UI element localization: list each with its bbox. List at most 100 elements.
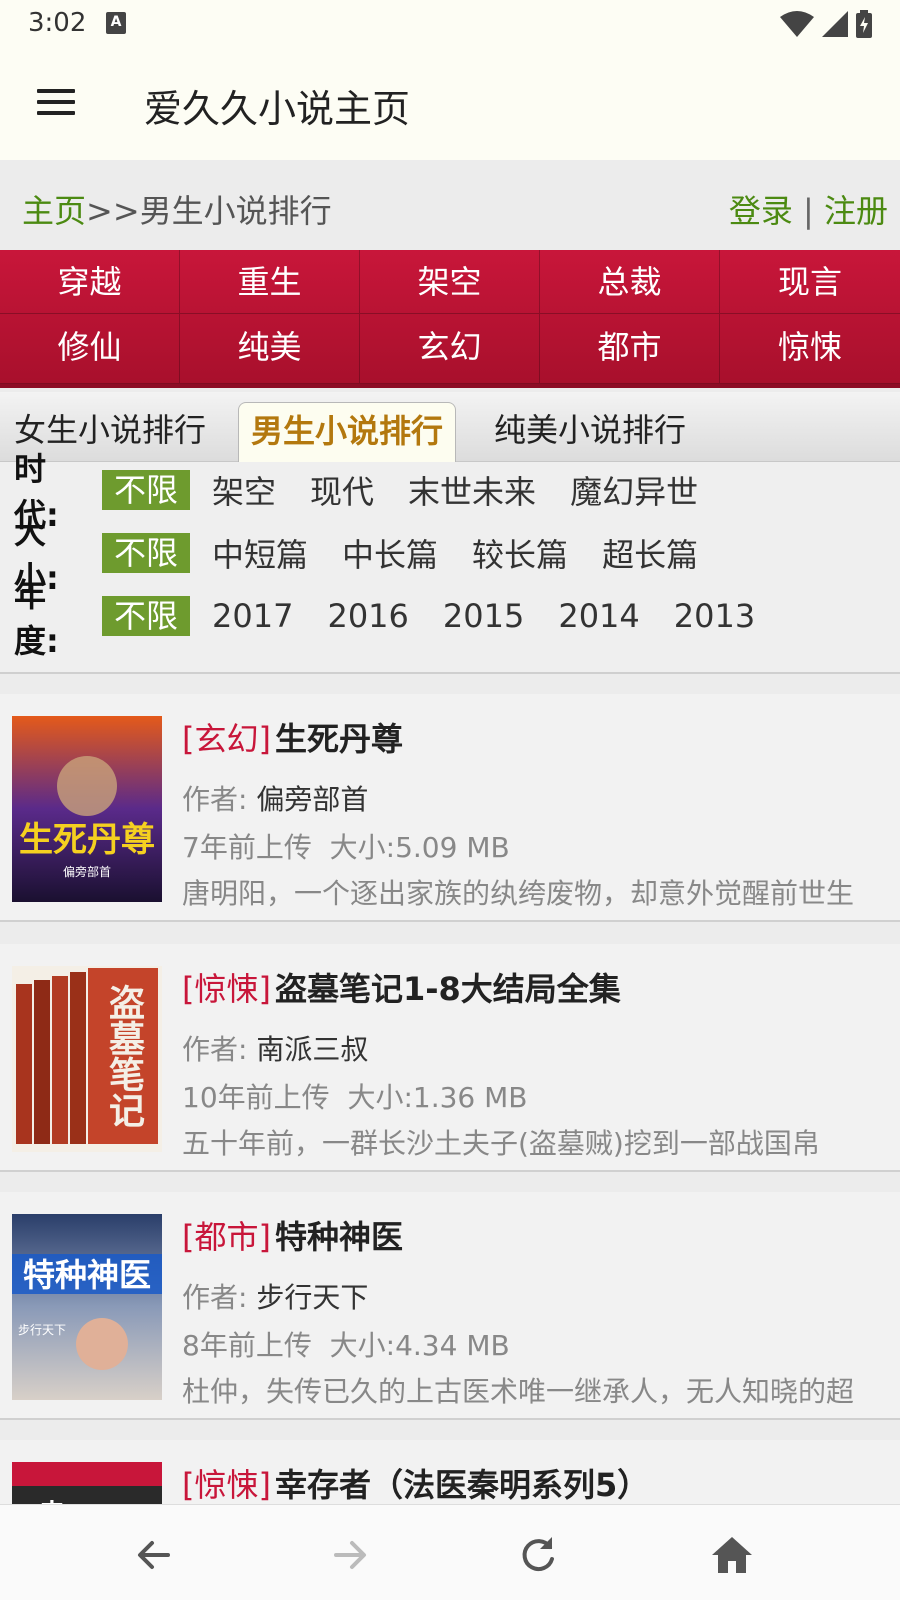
back-icon[interactable] <box>130 1531 178 1579</box>
author-name: 偏旁部首 <box>256 783 369 816</box>
filter-option[interactable]: 2013 <box>674 597 755 635</box>
filter-option[interactable]: 末世未来 <box>408 467 536 513</box>
author-label: 作者: <box>182 783 248 816</box>
upload-time: 7年前上传 <box>182 831 312 864</box>
ranking-tabs: 女生小说排行 男生小说排行 纯美小说排行 <box>0 392 900 462</box>
category-link[interactable]: 纯美 <box>180 314 360 384</box>
filter-option[interactable]: 不限 <box>102 596 191 636</box>
breadcrumb-home-link[interactable]: 主页 <box>22 192 86 230</box>
signal-icon <box>822 11 848 37</box>
wifi-icon <box>780 11 814 37</box>
filter-label: 年度: <box>14 576 59 660</box>
category-grid: 穿越 重生 架空 总裁 现言 修仙 纯美 玄幻 都市 惊悚 <box>0 250 900 388</box>
auth-divider: | <box>803 192 814 230</box>
status-bar: 3:02 A <box>0 0 900 48</box>
battery-icon <box>856 10 872 38</box>
author-name: 南派三叔 <box>256 1033 369 1066</box>
bottom-nav <box>0 1504 900 1600</box>
filter-panel: 时代: 不限 架空 现代 末世未来 魔幻异世 大小: 不限 中短篇 中长篇 较长… <box>0 450 900 674</box>
category-link[interactable]: 总裁 <box>540 250 720 314</box>
file-size: 大小:1.36 MB <box>347 1081 528 1114</box>
breadcrumb-separator: >> <box>86 192 140 230</box>
breadcrumb-bar: 主页>>男生小说排行 登录 | 注册 <box>0 160 900 250</box>
book-genre: [惊悚] <box>182 970 271 1008</box>
filter-row-size: 大小: 不限 中短篇 中长篇 较长篇 超长篇 <box>14 513 732 597</box>
file-size: 大小:5.09 MB <box>329 831 510 864</box>
cover-title: 特种神医 <box>23 1256 151 1294</box>
book-cover-image[interactable]: 生死丹尊 偏旁部首 <box>12 716 162 902</box>
filter-option[interactable]: 2015 <box>443 597 524 635</box>
book-name[interactable]: 特种神医 <box>275 1218 403 1256</box>
tab-male-ranking[interactable]: 男生小说排行 <box>238 402 457 462</box>
book-meta: 8年前上传 大小:4.34 MB <box>182 1324 510 1364</box>
cover-author: 偏旁部首 <box>63 864 111 879</box>
filter-option[interactable]: 2014 <box>558 597 639 635</box>
accessibility-icon: A <box>106 12 126 34</box>
author-label: 作者: <box>182 1033 248 1066</box>
author-label: 作者: <box>182 1281 248 1314</box>
home-icon[interactable] <box>708 1531 756 1579</box>
filter-option[interactable]: 中短篇 <box>212 530 308 576</box>
register-link[interactable]: 注册 <box>824 192 888 230</box>
category-link[interactable]: 惊悚 <box>720 314 900 384</box>
menu-icon[interactable] <box>28 78 84 126</box>
book-meta: 10年前上传 大小:1.36 MB <box>182 1076 528 1116</box>
category-link[interactable]: 现言 <box>720 250 900 314</box>
breadcrumb-current: 男生小说排行 <box>139 192 332 230</box>
category-link[interactable]: 都市 <box>540 314 720 384</box>
filter-option[interactable]: 超长篇 <box>602 530 698 576</box>
book-title[interactable]: [惊悚] 盗墓笔记1-8大结局全集 <box>182 964 621 1010</box>
book-description: 杜仲，失传已久的上古医术唯一继承人，无人知晓的超 <box>182 1375 855 1408</box>
filter-option[interactable]: 2016 <box>327 597 408 635</box>
category-link[interactable]: 重生 <box>180 250 360 314</box>
filter-option[interactable]: 中长篇 <box>342 530 438 576</box>
cover-author: 步行天下 <box>18 1323 66 1337</box>
book-item[interactable]: 特种神医 步行天下 [都市] 特种神医 作者: 步行天下 8年前上传 大小:4.3… <box>0 1192 900 1420</box>
cover-title: 盗墓笔记 <box>103 984 145 1128</box>
category-link[interactable]: 穿越 <box>0 250 180 314</box>
book-item[interactable]: 盗墓笔记 [惊悚] 盗墓笔记1-8大结局全集 作者: 南派三叔 10年前上传 大小… <box>0 944 900 1172</box>
book-title[interactable]: [惊悚] 幸存者（法医秦明系列5） <box>182 1460 649 1506</box>
book-name[interactable]: 生死丹尊 <box>275 720 403 758</box>
book-genre: [都市] <box>182 1218 271 1256</box>
auth-links: 登录 | 注册 <box>729 186 888 232</box>
cover-title: 生死丹尊 <box>19 820 155 860</box>
page-title: 爱久久小说主页 <box>144 87 411 131</box>
book-author: 作者: 南派三叔 <box>182 1028 368 1068</box>
login-link[interactable]: 登录 <box>729 192 793 230</box>
book-name[interactable]: 盗墓笔记1-8大结局全集 <box>275 970 621 1008</box>
filter-option[interactable]: 较长篇 <box>472 530 568 576</box>
filter-option[interactable]: 2017 <box>212 597 293 635</box>
book-description: 五十年前，一群长沙土夫子(盗墓贼)挖到一部战国帛 <box>182 1127 820 1160</box>
filter-option[interactable]: 不限 <box>102 470 191 510</box>
book-cover-image[interactable]: 盗墓笔记 <box>12 966 162 1152</box>
filter-option[interactable]: 现代 <box>310 467 374 513</box>
book-genre: [玄幻] <box>182 720 271 758</box>
book-title[interactable]: [玄幻] 生死丹尊 <box>182 714 403 760</box>
app-bar: 爱久久小说主页 <box>0 48 900 160</box>
filter-option[interactable]: 不限 <box>102 533 191 573</box>
book-genre: [惊悚] <box>182 1466 271 1504</box>
upload-time: 8年前上传 <box>182 1329 312 1362</box>
filter-row-era: 时代: 不限 架空 现代 末世未来 魔幻异世 <box>14 450 732 534</box>
book-meta: 7年前上传 大小:5.09 MB <box>182 826 510 866</box>
filter-option[interactable]: 架空 <box>212 467 276 513</box>
category-link[interactable]: 修仙 <box>0 314 180 384</box>
category-link[interactable]: 架空 <box>360 250 540 314</box>
author-name: 步行天下 <box>256 1281 369 1314</box>
book-author: 作者: 步行天下 <box>182 1276 368 1316</box>
book-cover-image[interactable]: 特种神医 步行天下 <box>12 1214 162 1400</box>
category-link[interactable]: 玄幻 <box>360 314 540 384</box>
upload-time: 10年前上传 <box>182 1081 330 1114</box>
book-description: 唐明阳，一个逐出家族的纨绔废物，却意外觉醒前世生 <box>182 877 855 910</box>
status-icons <box>780 10 872 38</box>
book-title[interactable]: [都市] 特种神医 <box>182 1212 403 1258</box>
filter-option[interactable]: 魔幻异世 <box>570 467 698 513</box>
book-name[interactable]: 幸存者（法医秦明系列5） <box>275 1466 649 1504</box>
forward-icon[interactable] <box>326 1531 374 1579</box>
tab-pure-ranking[interactable]: 纯美小说排行 <box>482 402 698 462</box>
filter-row-year: 年度: 不限 2017 2016 2015 2014 2013 <box>14 576 789 660</box>
book-author: 作者: 偏旁部首 <box>182 778 368 818</box>
refresh-icon[interactable] <box>514 1531 562 1579</box>
book-item[interactable]: 生死丹尊 偏旁部首 [玄幻] 生死丹尊 作者: 偏旁部首 7年前上传 大小:5.0… <box>0 694 900 922</box>
